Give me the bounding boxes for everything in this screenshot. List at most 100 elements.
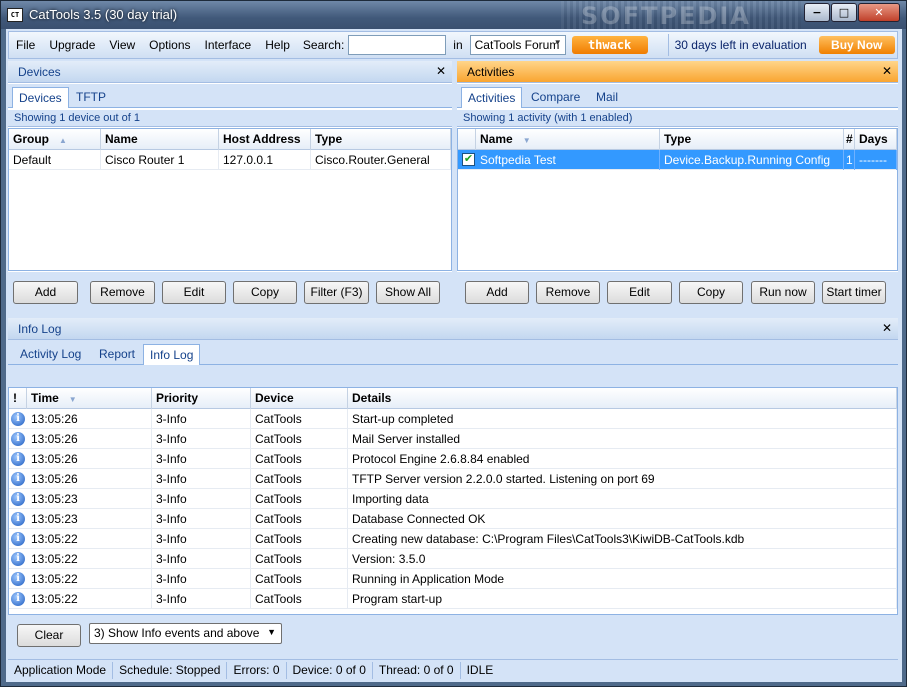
table-row[interactable]: i 13:05:22 3-Info CatTools Creating new data… (9, 529, 897, 549)
remove-device-button[interactable]: Remove (90, 281, 155, 304)
table-row[interactable]: i 13:05:26 3-Info CatTools TFTP Server versi… (9, 469, 897, 489)
buy-now-button[interactable]: Buy Now (818, 36, 895, 54)
cell-time: 13:05:22 (27, 549, 152, 569)
info-icon: i (11, 592, 25, 606)
start-timer-button[interactable]: Start timer (822, 281, 886, 304)
table-row[interactable]: i 13:05:26 3-Info CatTools Start-up complete… (9, 409, 897, 429)
activities-panel-title: Activities (467, 65, 515, 79)
activities-grid-header: Name ▼ Type # Days (458, 129, 897, 150)
table-row[interactable]: i 13:05:23 3-Info CatTools Importing data (9, 489, 897, 509)
client-area: File Upgrade View Options Interface Help… (6, 29, 902, 682)
column-type[interactable]: Type (660, 129, 844, 150)
menu-view[interactable]: View (102, 38, 142, 52)
close-icon[interactable]: ✕ (882, 64, 892, 78)
table-row[interactable]: i 13:05:23 3-Info CatTools Database Connecte… (9, 509, 897, 529)
info-log-panel-header: Info Log ✕ (8, 318, 898, 340)
clear-button[interactable]: Clear (17, 624, 81, 647)
table-row[interactable]: i 13:05:26 3-Info CatTools Protocol Engine 2… (9, 449, 897, 469)
column-checkbox (458, 129, 476, 150)
cell-time: 13:05:26 (27, 469, 152, 489)
title-bar[interactable]: CT CatTools 3.5 (30 day trial) SOFTPEDIA… (1, 1, 906, 29)
tab-report[interactable]: Report (93, 344, 141, 365)
search-scope-select[interactable]: CatTools Forum ▼ (469, 35, 566, 55)
cell-details: Importing data (348, 489, 897, 509)
show-all-button[interactable]: Show All (376, 281, 440, 304)
edit-activity-button[interactable]: Edit (607, 281, 672, 304)
run-now-button[interactable]: Run now (751, 281, 815, 304)
close-icon[interactable]: ✕ (882, 321, 892, 335)
copy-activity-button[interactable]: Copy (679, 281, 743, 304)
minimize-button[interactable]: − (804, 3, 830, 22)
tab-activity-log[interactable]: Activity Log (14, 344, 87, 365)
copy-device-button[interactable]: Copy (233, 281, 297, 304)
cell-priority: 3-Info (152, 489, 251, 509)
add-activity-button[interactable]: Add (465, 281, 529, 304)
status-mode: Application Mode (8, 661, 114, 679)
cell-details: TFTP Server version 2.2.0.0 started. Lis… (348, 469, 897, 489)
info-icon: i (11, 452, 25, 466)
search-input[interactable] (348, 35, 447, 55)
table-row[interactable]: i 13:05:22 3-Info CatTools Version: 3.5.0 (9, 549, 897, 569)
column-details[interactable]: Details (348, 388, 897, 409)
column-icon[interactable]: ! (9, 388, 27, 409)
thwack-button[interactable]: thwack (571, 36, 648, 54)
tab-activities[interactable]: Activities (461, 87, 523, 108)
tab-compare[interactable]: Compare (525, 87, 586, 108)
search-scope-value: CatTools Forum (474, 38, 560, 52)
close-button[interactable]: ✕ (858, 3, 900, 22)
table-row[interactable]: i 13:05:22 3-Info CatTools Running in Applic… (9, 569, 897, 589)
cell-number: 1 (844, 150, 855, 170)
devices-panel-title: Devices (18, 65, 61, 79)
tab-mail[interactable]: Mail (590, 87, 624, 108)
devices-tabbar: Devices TFTP (8, 84, 452, 108)
tab-devices[interactable]: Devices (12, 87, 69, 108)
column-time[interactable]: Time ▼ (27, 388, 152, 409)
add-device-button[interactable]: Add (13, 281, 78, 304)
sort-up-icon: ▲ (59, 136, 67, 145)
column-days[interactable]: Days (855, 129, 897, 150)
column-name[interactable]: Name (101, 129, 219, 150)
info-icon: i (11, 432, 25, 446)
cell-device: CatTools (251, 469, 348, 489)
menu-upgrade[interactable]: Upgrade (42, 38, 102, 52)
devices-panel-header: Devices ✕ (8, 61, 452, 83)
tab-tftp[interactable]: TFTP (70, 87, 112, 108)
column-name[interactable]: Name ▼ (476, 129, 660, 150)
app-icon: CT (7, 8, 23, 22)
column-priority[interactable]: Priority (152, 388, 251, 409)
column-number[interactable]: # (844, 129, 855, 150)
table-row[interactable]: Default Cisco Router 1 127.0.0.1 Cisco.R… (9, 150, 451, 170)
table-row[interactable]: ✔ Softpedia Test Device.Backup.Running C… (458, 150, 897, 170)
devices-panel: Devices ✕ Devices TFTP Showing 1 device … (8, 61, 452, 308)
status-thread: Thread: 0 of 0 (373, 661, 461, 679)
maximize-button[interactable]: □ (831, 3, 857, 22)
close-icon[interactable]: ✕ (436, 64, 446, 78)
column-type[interactable]: Type (311, 129, 451, 150)
cell-time: 13:05:26 (27, 409, 152, 429)
remove-activity-button[interactable]: Remove (536, 281, 600, 304)
cell-details: Protocol Engine 2.6.8.84 enabled (348, 449, 897, 469)
menu-file[interactable]: File (9, 38, 42, 52)
cell-device: CatTools (251, 489, 348, 509)
status-device: Device: 0 of 0 (287, 661, 373, 679)
status-bar: Application Mode Schedule: Stopped Error… (8, 659, 898, 680)
column-device[interactable]: Device (251, 388, 348, 409)
event-filter-select[interactable]: 3) Show Info events and above ▼ (89, 623, 282, 644)
search-in-label: in (453, 38, 463, 52)
chevron-down-icon: ▼ (267, 627, 276, 637)
menu-interface[interactable]: Interface (198, 38, 259, 52)
edit-device-button[interactable]: Edit (162, 281, 226, 304)
column-host-address[interactable]: Host Address (219, 129, 311, 150)
table-row[interactable]: i 13:05:22 3-Info CatTools Program start-up (9, 589, 897, 609)
info-log-panel: Info Log ✕ Activity Log Report Info Log … (8, 318, 898, 656)
menu-help[interactable]: Help (258, 38, 297, 52)
tab-info-log[interactable]: Info Log (143, 344, 201, 365)
table-row[interactable]: i 13:05:26 3-Info CatTools Mail Server insta… (9, 429, 897, 449)
column-group[interactable]: Group ▲ (9, 129, 101, 150)
info-icon: i (11, 512, 25, 526)
filter-button[interactable]: Filter (F3) (304, 281, 369, 304)
menu-options[interactable]: Options (142, 38, 197, 52)
cell-time: 13:05:22 (27, 589, 152, 609)
cell-type: Device.Backup.Running Config (660, 150, 844, 170)
enabled-checkbox[interactable]: ✔ (462, 153, 475, 166)
